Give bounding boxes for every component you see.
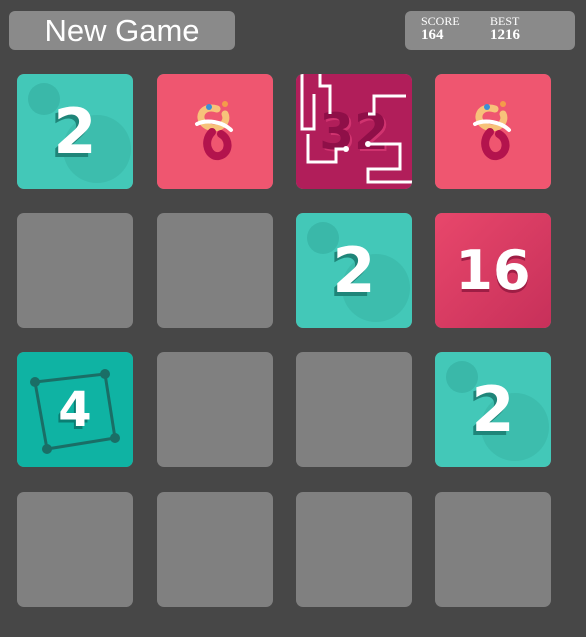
board-cell-empty xyxy=(17,492,133,607)
board-cell: 4 xyxy=(17,352,133,467)
score-panel: SCORE 164 BEST 1216 xyxy=(405,11,575,50)
tile-32: 32 xyxy=(296,74,412,189)
board-cell: 2 xyxy=(17,74,133,189)
new-game-button[interactable]: New Game xyxy=(9,11,235,50)
tile-2: 2 xyxy=(17,74,133,189)
board-cell-empty xyxy=(157,492,273,607)
tile-2: 2 xyxy=(435,352,551,467)
circuit-lines-icon xyxy=(300,74,412,184)
tile-number: 4 xyxy=(58,381,92,438)
tile-number: 2 xyxy=(471,373,515,446)
tile-16: 16 xyxy=(435,213,551,328)
tile-number: 16 xyxy=(455,239,531,302)
tile-4: 4 xyxy=(17,352,133,467)
tile-2: 2 xyxy=(296,213,412,328)
squiggle-eight-icon xyxy=(473,101,511,161)
best-value: 1216 xyxy=(490,27,520,43)
squiggle-eight-icon xyxy=(195,101,233,161)
board-cell-empty xyxy=(157,213,273,328)
tile-number: 2 xyxy=(53,95,97,168)
tile-8: 8 xyxy=(435,74,551,189)
board-cell: 32 xyxy=(296,74,412,189)
board-cell: 2 xyxy=(435,352,551,467)
score-value: 164 xyxy=(421,27,444,43)
board-cell-empty xyxy=(17,213,133,328)
board-cell-empty xyxy=(296,492,412,607)
top-bar: New Game SCORE 164 BEST 1216 xyxy=(0,0,586,60)
board-cell: 8 xyxy=(435,74,551,189)
game-board[interactable]: 2 8 32 xyxy=(0,60,586,637)
board-cell-empty xyxy=(435,492,551,607)
board-cell: 8 xyxy=(157,74,273,189)
board-cell-empty xyxy=(157,352,273,467)
board-cell-empty xyxy=(296,352,412,467)
board-cell: 2 xyxy=(296,213,412,328)
tile-number: 2 xyxy=(332,234,376,307)
tile-8: 8 xyxy=(157,74,273,189)
board-cell: 16 xyxy=(435,213,551,328)
